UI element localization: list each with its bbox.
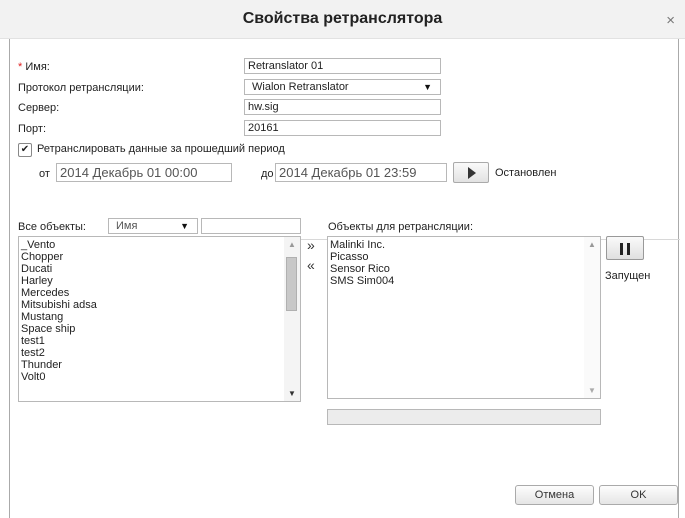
- list-item[interactable]: Malinki Inc.: [328, 239, 600, 251]
- dialog-title-bar: Свойства ретранслятора ×: [0, 0, 685, 39]
- name-label: * Имя:: [18, 61, 50, 73]
- required-mark: *: [18, 61, 23, 73]
- all-objects-scrollbar[interactable]: ▲ ▼: [284, 237, 300, 401]
- list-item[interactable]: Chopper: [19, 251, 300, 263]
- period-checkbox-label[interactable]: Ретранслировать данные за прошедший пери…: [37, 143, 285, 155]
- scroll-up-icon[interactable]: ▲: [288, 240, 296, 249]
- from-date-input[interactable]: 2014 Декабрь 01 00:00: [56, 163, 232, 182]
- all-objects-label: Все объекты:: [18, 221, 86, 233]
- port-label: Порт:: [18, 123, 46, 135]
- checkmark-icon: ✔: [20, 144, 30, 155]
- protocol-select-value: Wialon Retranslator: [252, 81, 349, 93]
- ok-button[interactable]: OK: [599, 485, 678, 505]
- list-item[interactable]: Space ship: [19, 323, 300, 335]
- list-item[interactable]: Harley: [19, 275, 300, 287]
- pause-retranslation-button[interactable]: [606, 236, 644, 260]
- retranslation-progress-bar: [327, 409, 601, 425]
- list-item[interactable]: _Vento: [19, 239, 300, 251]
- close-icon[interactable]: ×: [666, 12, 675, 29]
- add-objects-button[interactable]: »: [307, 237, 315, 253]
- filter-input[interactable]: [201, 218, 301, 234]
- server-label: Сервер:: [18, 102, 60, 114]
- list-item[interactable]: Thunder: [19, 359, 300, 371]
- name-label-text: Имя:: [25, 61, 50, 73]
- dialog-body: * Имя: Retranslator 01 Протокол ретрансл…: [9, 39, 680, 518]
- scrollbar-thumb[interactable]: [286, 257, 297, 311]
- period-status: Остановлен: [495, 167, 557, 179]
- remove-objects-button[interactable]: «: [307, 257, 315, 273]
- server-input[interactable]: hw.sig: [244, 99, 441, 115]
- running-status: Запущен: [605, 270, 651, 282]
- dialog-title: Свойства ретранслятора: [242, 10, 443, 27]
- to-label: до: [261, 168, 274, 180]
- list-item[interactable]: test1: [19, 335, 300, 347]
- list-item[interactable]: Volt0: [19, 371, 300, 383]
- period-checkbox[interactable]: ✔: [18, 143, 32, 157]
- list-item[interactable]: test2: [19, 347, 300, 359]
- name-input[interactable]: Retranslator 01: [244, 58, 441, 74]
- list-item[interactable]: Mercedes: [19, 287, 300, 299]
- filter-field-select[interactable]: Имя ▼: [108, 218, 198, 234]
- chevron-down-icon: ▼: [423, 82, 432, 92]
- list-item[interactable]: Ducati: [19, 263, 300, 275]
- protocol-select[interactable]: Wialon Retranslator ▼: [244, 79, 441, 95]
- chevron-down-icon: ▼: [180, 221, 189, 231]
- retranslate-objects-list[interactable]: Malinki Inc. Picasso Sensor Rico SMS Sim004…: [327, 236, 601, 399]
- play-icon: [468, 167, 476, 179]
- retranslate-objects-label: Объекты для ретрансляции:: [328, 221, 474, 233]
- retranslate-objects-scrollbar[interactable]: ▲ ▼: [584, 237, 600, 398]
- to-date-input[interactable]: 2014 Декабрь 01 23:59: [275, 163, 447, 182]
- list-item[interactable]: Picasso: [328, 251, 600, 263]
- scroll-up-icon[interactable]: ▲: [588, 240, 596, 249]
- protocol-label: Протокол ретрансляции:: [18, 82, 144, 94]
- scroll-down-icon[interactable]: ▼: [288, 389, 296, 398]
- start-retranslation-button[interactable]: [453, 162, 489, 183]
- filter-field-value: Имя: [116, 220, 138, 232]
- list-item[interactable]: Mitsubishi adsa: [19, 299, 300, 311]
- port-input[interactable]: 20161: [244, 120, 441, 136]
- from-label: от: [39, 168, 50, 180]
- all-objects-list[interactable]: _Vento Chopper Ducati Harley Mercedes Mitsubi…: [18, 236, 301, 402]
- scroll-down-icon[interactable]: ▼: [588, 386, 596, 395]
- list-item[interactable]: SMS Sim004: [328, 275, 600, 287]
- list-item[interactable]: Sensor Rico: [328, 263, 600, 275]
- list-item[interactable]: Mustang: [19, 311, 300, 323]
- cancel-button[interactable]: Отмена: [515, 485, 594, 505]
